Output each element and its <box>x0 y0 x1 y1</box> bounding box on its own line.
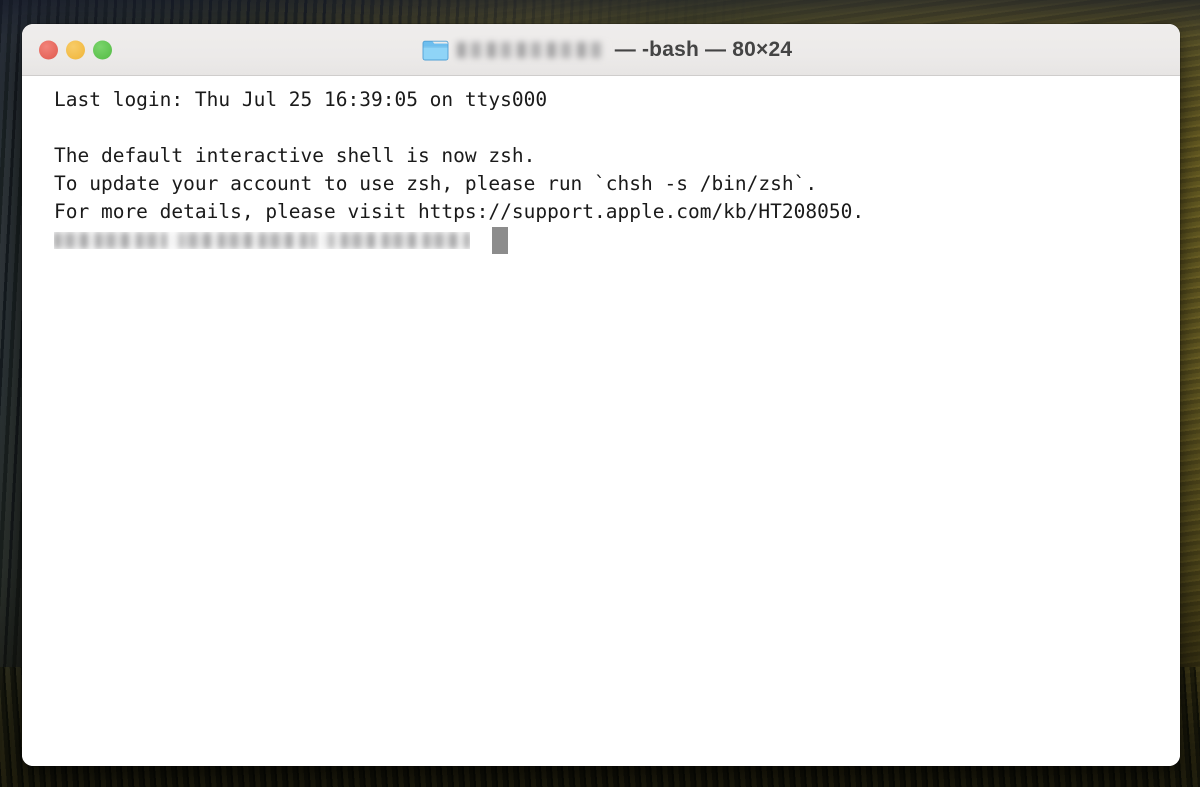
terminal-cursor <box>492 226 508 254</box>
window-title-text: — -bash — 80×24 <box>614 37 793 61</box>
terminal-window[interactable]: — -bash — 80×24 Last login: Thu Jul 25 1… <box>22 24 1180 766</box>
terminal-line: Last login: Thu Jul 25 16:39:05 on ttys0… <box>54 88 548 111</box>
minimize-button[interactable] <box>66 40 85 59</box>
window-title-redacted-username <box>456 41 607 58</box>
close-button[interactable] <box>39 40 58 59</box>
window-titlebar[interactable]: — -bash — 80×24 <box>22 24 1180 76</box>
window-title-group: — -bash — 80×24 <box>410 38 793 62</box>
window-controls <box>39 40 112 59</box>
zoom-button[interactable] <box>93 40 112 59</box>
terminal-prompt-redacted <box>54 231 470 249</box>
terminal-line: To update your account to use zsh, pleas… <box>54 172 818 195</box>
terminal-prompt-line <box>54 226 1180 254</box>
folder-icon <box>422 40 449 60</box>
terminal-output-area[interactable]: Last login: Thu Jul 25 16:39:05 on ttys0… <box>22 76 1180 766</box>
terminal-line: For more details, please visit https://s… <box>54 200 865 223</box>
terminal-line: The default interactive shell is now zsh… <box>54 144 536 167</box>
